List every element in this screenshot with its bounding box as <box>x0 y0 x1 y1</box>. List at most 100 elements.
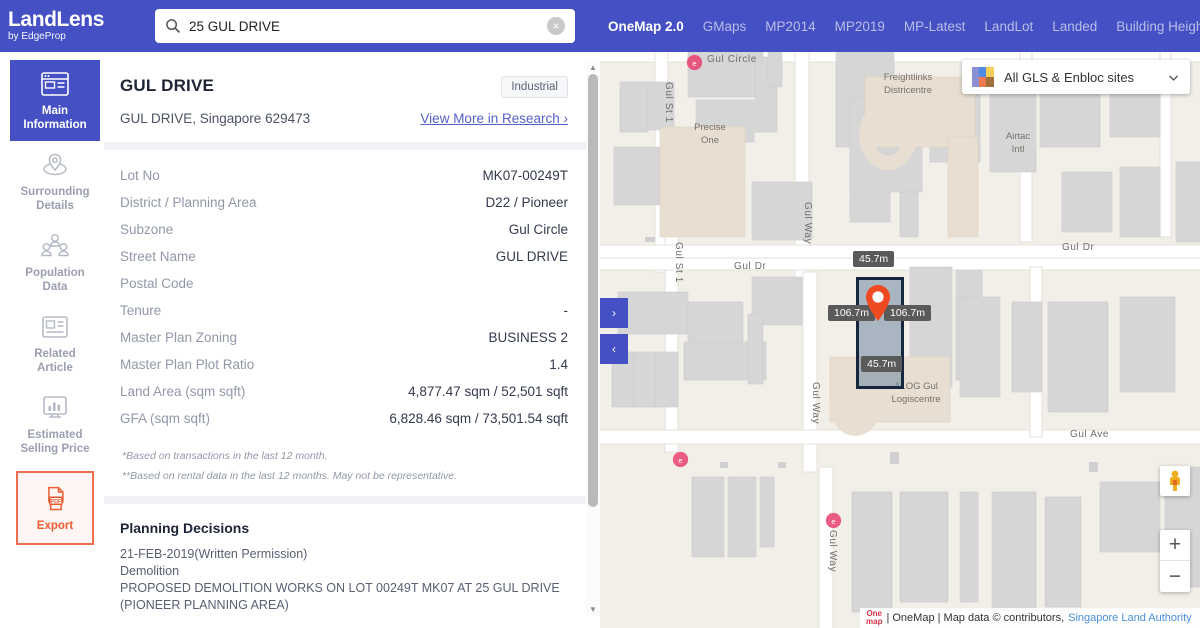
svg-text:Precise: Precise <box>694 122 726 133</box>
scroll-up-arrow[interactable]: ▲ <box>586 60 600 74</box>
zoom-out-button[interactable]: − <box>1160 561 1190 592</box>
svg-text:PDF: PDF <box>50 499 62 505</box>
tab-mp-latest[interactable]: MP-Latest <box>904 19 966 34</box>
sidebar-item-label: Estimated <box>28 429 83 441</box>
row-value: 6,828.46 sqm / 73,501.54 sqft <box>389 411 568 426</box>
svg-text:Gul Way: Gul Way <box>827 530 838 572</box>
sidebar-item-label: Population <box>25 267 84 279</box>
property-address: GUL DRIVE, Singapore 629473 <box>120 111 310 126</box>
svg-text:Gul St 1: Gul St 1 <box>673 242 684 283</box>
row-value: GUL DRIVE <box>496 249 568 264</box>
planning-decisions-card: Planning Decisions 21-FEB-2019(Written P… <box>104 504 586 616</box>
svg-text:Gul St 1: Gul St 1 <box>663 82 674 123</box>
property-attributes-card: Lot NoMK07-00249T District / Planning Ar… <box>104 150 586 504</box>
search-input[interactable] <box>189 19 547 34</box>
table-row: Master Plan Plot Ratio1.4 <box>120 351 568 378</box>
search-bar[interactable]: × <box>155 9 575 43</box>
sidebar-item-estimated-selling-price[interactable]: Estimated Selling Price <box>10 384 100 465</box>
zoom-in-button[interactable]: + <box>1160 530 1190 561</box>
sidebar-item-label: Selling Price <box>20 443 89 455</box>
tab-building-height[interactable]: Building Height <box>1116 19 1200 34</box>
poi-marker-icon[interactable]: e <box>825 512 842 529</box>
location-pin-icon[interactable] <box>864 284 892 322</box>
row-value: - <box>564 303 569 318</box>
row-key: Street Name <box>120 249 196 264</box>
view-more-in-research-link[interactable]: View More in Research › <box>420 111 568 126</box>
location-surround-icon <box>39 151 71 179</box>
row-value: 4,877.47 sqm / 52,501 sqft <box>408 384 568 399</box>
svg-text:One: One <box>701 135 719 146</box>
property-header-card: GUL DRIVE Industrial GUL DRIVE, Singapor… <box>104 60 586 150</box>
sidebar-item-population-data[interactable]: Population Data <box>10 222 100 303</box>
sidebar-item-label: Information <box>23 119 86 131</box>
sidebar-item-surrounding-details[interactable]: Surrounding Details <box>10 141 100 222</box>
svg-text:Districentre: Districentre <box>884 85 932 96</box>
gls-enbloc-filter-select[interactable]: All GLS & Enbloc sites <box>962 60 1190 94</box>
tab-landlot[interactable]: LandLot <box>984 19 1033 34</box>
poi-marker-icon[interactable]: e <box>686 54 703 71</box>
sidebar-item-label: Article <box>37 362 73 374</box>
row-value: D22 / Pioneer <box>485 195 568 210</box>
sidebar-item-label: Related <box>34 348 76 360</box>
brand-tagline: by EdgeProp <box>8 30 150 43</box>
svg-text:Gul Dr: Gul Dr <box>1062 242 1095 253</box>
sla-attribution-link[interactable]: Singapore Land Authority <box>1068 612 1192 624</box>
table-row: SubzoneGul Circle <box>120 216 568 243</box>
sidebar-item-related-article[interactable]: Related Article <box>10 303 100 384</box>
svg-text:e: e <box>831 517 835 526</box>
sidebar-item-label: Details <box>36 200 74 212</box>
svg-text:Gul Dr: Gul Dr <box>734 261 767 272</box>
row-value: 1.4 <box>549 357 568 372</box>
tab-landed[interactable]: Landed <box>1052 19 1097 34</box>
tab-onemap-20[interactable]: OneMap 2.0 <box>608 19 684 34</box>
brand-name: LandLens <box>8 10 150 30</box>
dimension-label: 45.7m <box>861 356 902 372</box>
table-row: Land Area (sqm sqft)4,877.47 sqm / 52,50… <box>120 378 568 405</box>
map-canvas[interactable]: Gul Circle Gul St 1 Gul St 1 Gul Way Gul… <box>600 52 1200 628</box>
table-row: District / Planning AreaD22 / Pioneer <box>120 189 568 216</box>
sidebar-item-main-information[interactable]: Main Information <box>10 60 100 141</box>
search-icon <box>165 18 181 34</box>
street-view-button[interactable] <box>1160 466 1190 496</box>
planning-decision-description: PROPOSED DEMOLITION WORKS ON LOT 00249T … <box>120 580 568 614</box>
svg-text:Gul Ave: Gul Ave <box>1070 429 1109 440</box>
dimension-label: 45.7m <box>853 251 894 267</box>
poi-marker-icon[interactable]: e <box>672 451 689 468</box>
article-card-icon <box>39 313 71 341</box>
map-zoom-controls[interactable]: + − <box>1160 530 1190 592</box>
tab-gmaps[interactable]: GMaps <box>703 19 747 34</box>
svg-text:Logiscentre: Logiscentre <box>891 394 940 405</box>
row-key: Tenure <box>120 303 161 318</box>
panel-scrollbar[interactable]: ▲ ▼ <box>586 60 600 616</box>
row-key: Subzone <box>120 222 173 237</box>
sidebar-rail: Main Information Surrounding Details Pop… <box>10 60 100 551</box>
svg-text:e: e <box>678 456 682 465</box>
planning-decision-entry: 21-FEB-2019(Written Permission) Demoliti… <box>104 546 586 616</box>
export-button[interactable]: PDF Export <box>16 471 94 545</box>
tab-mp2019[interactable]: MP2019 <box>835 19 885 34</box>
scrollbar-thumb[interactable] <box>588 74 598 507</box>
table-row: GFA (sqm sqft) 6,828.46 sqm / 73,501.54 s… <box>120 405 568 432</box>
page-title: GUL DRIVE <box>120 76 214 96</box>
svg-text:Gul Way: Gul Way <box>810 382 821 424</box>
planning-decision-date: 21-FEB-2019(Written Permission) <box>120 546 568 563</box>
table-row: Postal Code <box>120 270 568 297</box>
tab-mp2014[interactable]: MP2014 <box>765 19 815 34</box>
sidebar-item-label: Data <box>43 281 68 293</box>
collapse-panel-button[interactable]: ‹ <box>600 334 628 364</box>
app-logo[interactable]: LandLens by EdgeProp <box>0 10 150 43</box>
svg-text:Gul Circle: Gul Circle <box>707 54 757 65</box>
panel-scroll-area: GUL DRIVE Industrial GUL DRIVE, Singapor… <box>104 60 586 616</box>
expand-panel-button[interactable]: › <box>600 298 628 328</box>
planning-decisions-title: Planning Decisions <box>104 504 586 546</box>
chevron-down-icon <box>1167 71 1180 84</box>
clear-search-button[interactable]: × <box>547 17 565 35</box>
row-value: MK07-00249T <box>482 168 568 183</box>
sidebar-item-label: Main <box>42 105 68 117</box>
row-key: GFA (sqm sqft) <box>120 411 210 426</box>
people-group-icon <box>39 232 71 260</box>
chart-monitor-icon <box>39 394 71 422</box>
scroll-down-arrow[interactable]: ▼ <box>586 602 600 616</box>
svg-text:Freightlinks: Freightlinks <box>884 72 933 83</box>
row-key: Master Plan Zoning <box>120 330 237 345</box>
